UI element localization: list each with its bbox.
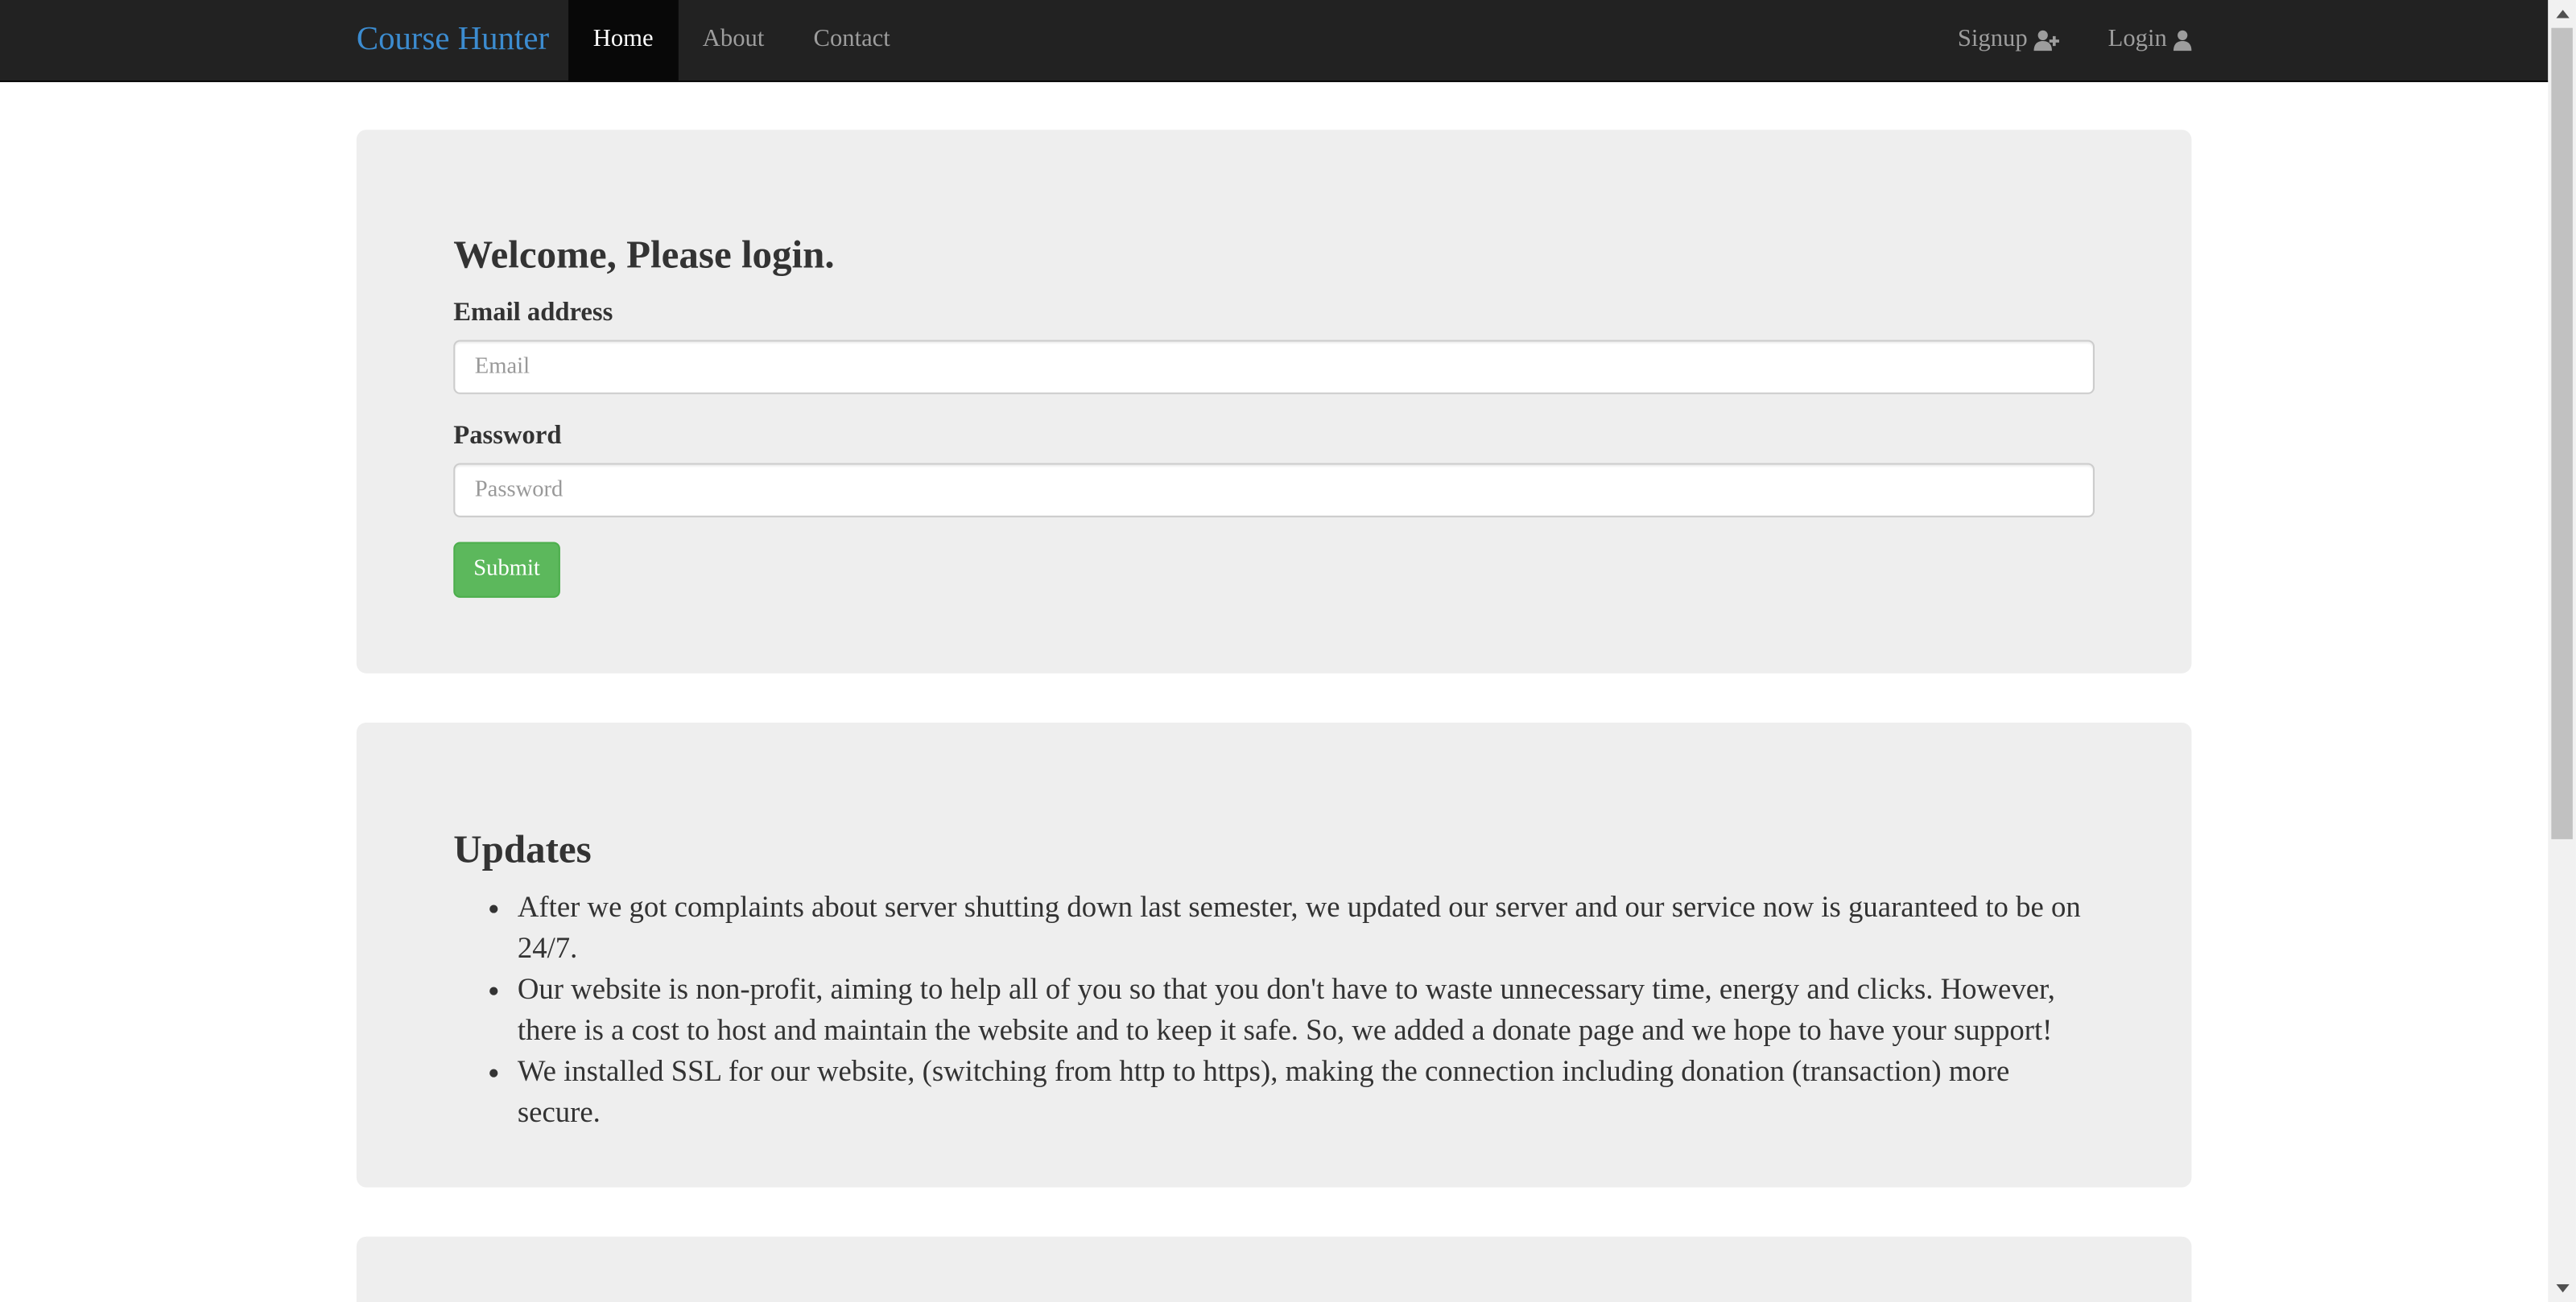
nav-item-signup[interactable]: Signup [1910,0,2061,80]
brand-link[interactable]: Course Hunter [357,0,549,80]
main-nav: Home About Contact [568,0,914,80]
signup-label: Signup [1957,26,2028,53]
login-panel: Welcome, Please login. Email address Pas… [356,130,2192,674]
password-label: Password [453,422,562,451]
nav-item-contact[interactable]: Contact [789,0,914,80]
scrollbar-thumb[interactable] [2551,27,2573,839]
nav-item-login[interactable]: Login [2060,0,2192,80]
page: Course Hunter Home About Contact Signup [0,0,2576,1302]
user-icon [2173,30,2192,52]
updates-panel: Updates After we got complaints about se… [356,722,2192,1188]
next-panel [356,1236,2192,1302]
list-item: Our website is non-profit, aiming to hel… [518,969,2096,1051]
vertical-scrollbar[interactable] [2548,0,2576,1302]
account-nav: Signup Login [1910,0,2192,80]
list-item: We installed SSL for our website, (switc… [518,1051,2096,1133]
email-field[interactable] [453,340,2095,394]
password-field[interactable] [453,463,2095,517]
scroll-up-arrow-icon[interactable] [2548,0,2576,28]
nav-item-home[interactable]: Home [568,0,679,80]
user-plus-icon [2033,30,2061,52]
login-title: Welcome, Please login. [453,234,835,278]
scroll-down-arrow-icon[interactable] [2548,1275,2576,1302]
updates-title: Updates [453,829,592,872]
nav-item-about[interactable]: About [678,0,789,80]
email-label: Email address [453,299,613,328]
list-item: After we got complaints about server shu… [518,887,2096,969]
submit-button[interactable]: Submit [453,542,560,598]
updates-list: After we got complaints about server shu… [453,887,2096,1133]
login-label: Login [2107,26,2167,53]
top-navbar: Course Hunter Home About Contact Signup [0,0,2549,83]
